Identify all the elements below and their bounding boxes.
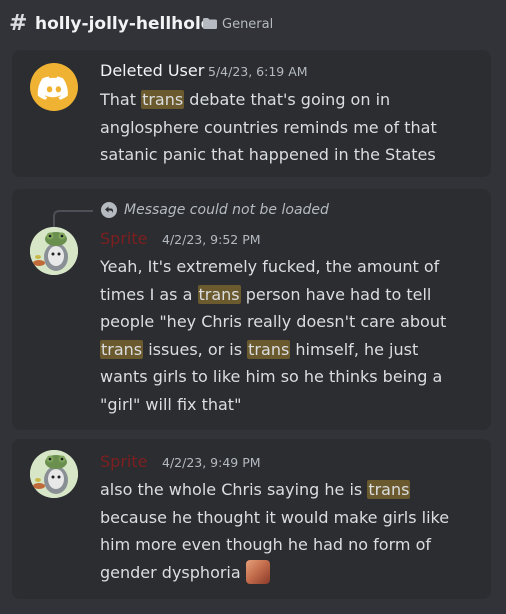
- message-line: gender dysphoria: [100, 559, 449, 587]
- channel-name[interactable]: holly-jolly-hellhole: [35, 13, 212, 35]
- avatar[interactable]: [30, 227, 78, 275]
- message-line: That trans debate that's going on in: [100, 90, 391, 109]
- message-text: Yeah, It's extremely fucked, the amount …: [100, 253, 446, 418]
- message-line: Yeah, It's extremely fucked, the amount …: [100, 257, 440, 276]
- message-card[interactable]: Sprite 4/2/23, 9:49 PM also the whole Ch…: [12, 439, 491, 599]
- message-card[interactable]: Message could not be loaded Sprite 4/2/2…: [12, 189, 491, 430]
- message-text: That trans debate that's going on in angl…: [100, 86, 437, 169]
- message-card[interactable]: Deleted User 5/4/23, 6:19 AM That trans …: [12, 50, 491, 177]
- channel-header: # holly-jolly-hellhole General: [0, 0, 506, 50]
- message-line: anglosphere countries reminds me of that: [100, 117, 437, 137]
- reply-arrow-icon: [101, 202, 117, 218]
- message-line: trans issues, or is trans himself, he ju…: [100, 339, 419, 359]
- username[interactable]: Sprite: [100, 452, 147, 472]
- username[interactable]: Deleted User: [100, 61, 204, 81]
- timestamp: 4/2/23, 9:49 PM: [162, 455, 261, 470]
- message-line: satanic panic that happened in the State…: [100, 145, 436, 164]
- message-line: "girl" will fix that": [100, 394, 242, 414]
- avatar[interactable]: [30, 63, 78, 111]
- reply-preview-text[interactable]: Message could not be loaded: [124, 201, 329, 219]
- message-line: because he thought it would make girls l…: [100, 507, 450, 527]
- message-line: people "hey Chris really doesn't care ab…: [100, 312, 447, 331]
- timestamp: 4/2/23, 9:52 PM: [162, 232, 261, 247]
- discord-logo-icon: [37, 76, 68, 100]
- timestamp: 5/4/23, 6:19 AM: [208, 64, 308, 79]
- frog-character-icon: [30, 227, 78, 275]
- message-line: him more even though he had no form of: [100, 535, 431, 554]
- avatar[interactable]: [30, 450, 78, 498]
- search-highlight: trans: [100, 339, 144, 359]
- message-text: also the whole Chris saying he is trans b…: [100, 476, 449, 586]
- search-highlight: trans: [197, 284, 241, 304]
- message-line: times I as a trans person have had to te…: [100, 284, 432, 304]
- search-highlight: trans: [247, 339, 291, 359]
- hash-icon: #: [9, 11, 28, 36]
- search-highlight: trans: [367, 480, 411, 499]
- category-name[interactable]: General: [222, 16, 273, 34]
- hand-emoji[interactable]: [245, 559, 270, 584]
- username[interactable]: Sprite: [100, 229, 147, 249]
- search-highlight: trans: [141, 90, 185, 109]
- message-line: also the whole Chris saying he is trans: [100, 480, 411, 499]
- folder-icon: [203, 18, 217, 29]
- reply-connector: [53, 210, 93, 228]
- frog-character-icon: [30, 450, 78, 498]
- message-line: wants girls to like him so he thinks bei…: [100, 367, 443, 386]
